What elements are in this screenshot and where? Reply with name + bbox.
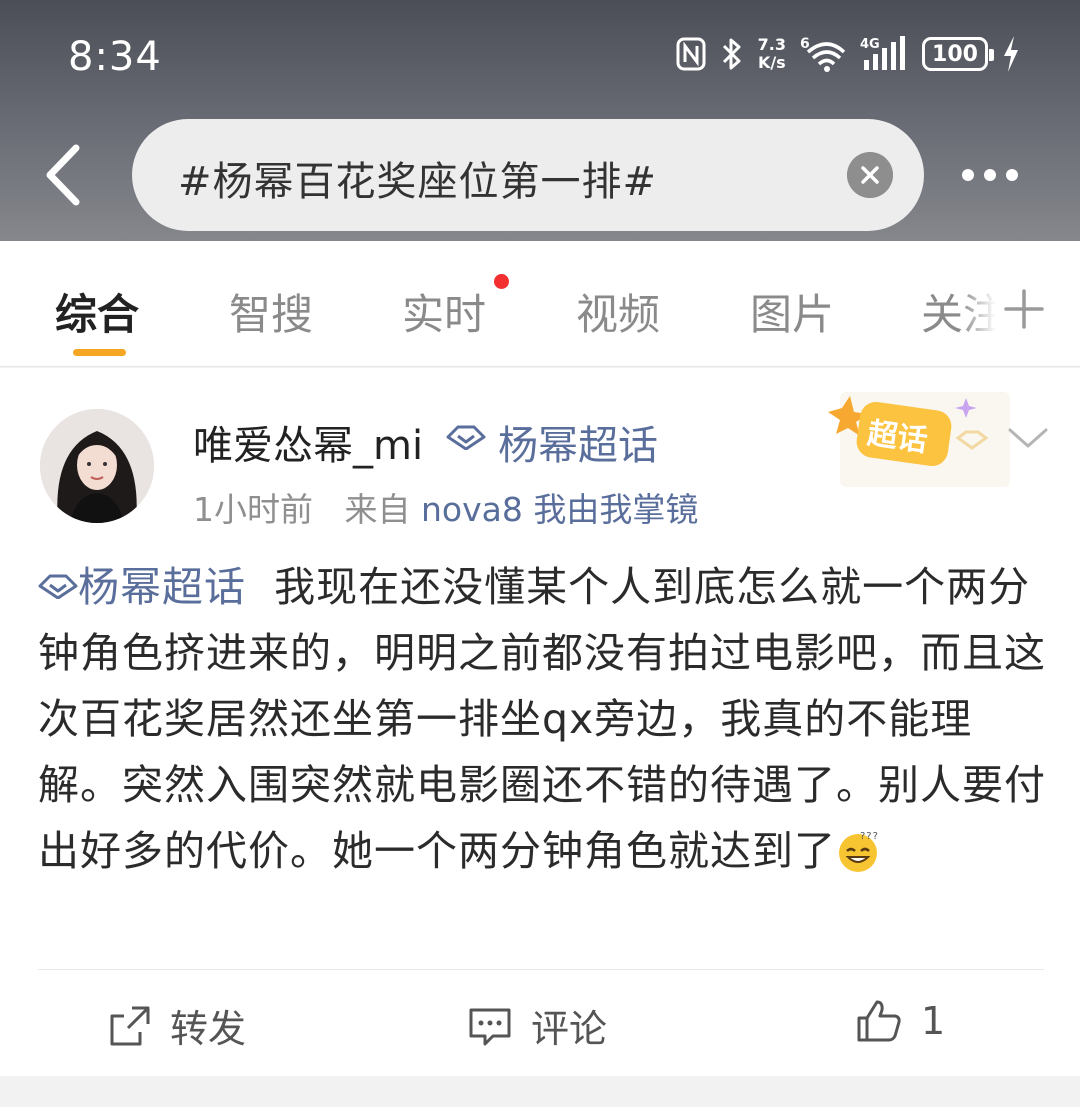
repost-button[interactable]: 转发 [108, 998, 246, 1053]
search-input[interactable]: #杨幂百花奖座位第一排# [132, 119, 924, 231]
comment-icon [469, 1008, 511, 1045]
supertopic-name[interactable]: 杨幂超话 [498, 413, 658, 471]
signal-icon: 4G [860, 36, 905, 70]
tab-realtime[interactable]: 实时 [402, 281, 486, 342]
charging-icon [1004, 36, 1018, 72]
network-speed: 7.3 K/s [757, 35, 786, 72]
tab-images[interactable]: 图片 [750, 281, 834, 342]
status-icons: 7.3 K/s 6 4G 100 [676, 36, 1020, 72]
post-body: 杨幂超话 我现在还没懂某个人到底怎么就一个两分钟角色挤进来的，明明之前都没有拍过… [38, 554, 1048, 884]
supertopic-badge-icon [446, 425, 486, 450]
comment-label: 评论 [531, 1007, 608, 1051]
supertopic-link-icon [38, 574, 78, 600]
post-source[interactable]: nova8 我由我掌镜 [421, 490, 698, 529]
back-button[interactable] [38, 140, 98, 210]
wifi-icon: 6 [800, 36, 846, 72]
add-tab-icon[interactable] [1002, 287, 1046, 331]
username[interactable]: 唯爱怂幂_mi [193, 413, 423, 471]
repost-label: 转发 [170, 1007, 247, 1051]
user-avatar[interactable] [40, 409, 154, 523]
top-header: 8:34 7.3 K/s 6 4G 100 #杨幂百花奖座位第一排# [0, 0, 1080, 241]
post-topic-link-label: 杨幂超话 [78, 563, 246, 611]
tab-comprehensive[interactable]: 综合 [55, 281, 139, 342]
svg-text:4G: 4G [860, 37, 880, 52]
post-topic-link[interactable]: 杨幂超话 [38, 563, 246, 611]
search-tabs: 综合 智搜 实时 视频 图片 关注 [0, 241, 1080, 367]
search-query: #杨幂百花奖座位第一排# [178, 159, 658, 205]
more-options-button[interactable] [962, 160, 1034, 190]
clear-search-button[interactable] [847, 152, 893, 198]
active-tab-indicator [73, 349, 126, 356]
repost-icon [110, 1006, 150, 1045]
battery-indicator: 100 [922, 37, 994, 71]
status-bar: 8:34 7.3 K/s 6 4G 100 [0, 0, 1080, 110]
post-meta: 1小时前 来自 nova8 我由我掌镜 [193, 483, 698, 531]
supertopic-badge[interactable]: 超话 [820, 382, 1010, 492]
tab-smart-search[interactable]: 智搜 [229, 281, 313, 342]
card-divider [38, 969, 1044, 970]
like-button[interactable]: 1 [855, 998, 945, 1044]
chevron-down-icon[interactable] [1006, 424, 1050, 452]
post-time: 1小时前 [193, 490, 313, 529]
laughing-sweat-emoji-icon: ??? [839, 831, 879, 872]
source-prefix: 来自 [344, 490, 411, 529]
svg-text:???: ??? [860, 831, 879, 842]
like-count: 1 [921, 999, 946, 1043]
clock: 8:34 [68, 34, 162, 80]
comment-button[interactable]: 评论 [467, 998, 607, 1053]
nfc-icon [676, 37, 706, 71]
new-content-dot [494, 274, 509, 289]
bluetooth-icon [722, 38, 741, 70]
tab-video[interactable]: 视频 [576, 281, 660, 342]
thumbs-up-icon [857, 1000, 901, 1042]
